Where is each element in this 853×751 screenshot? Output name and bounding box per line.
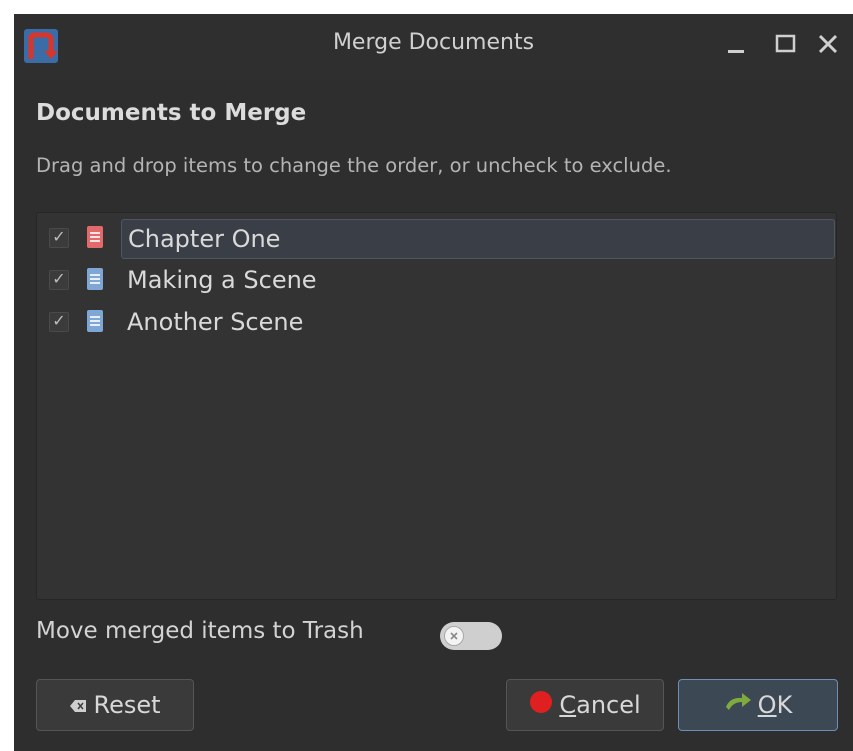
checkmark-icon: ✓: [52, 269, 66, 288]
include-checkbox[interactable]: ✓: [49, 227, 69, 248]
toggle-knob: [444, 626, 464, 646]
minimize-icon[interactable]: [722, 30, 752, 60]
red-document-icon: [87, 226, 103, 248]
include-checkbox[interactable]: ✓: [49, 311, 69, 332]
item-label-box[interactable]: Another Scene: [121, 303, 309, 343]
blue-document-icon: [87, 310, 103, 332]
cancel-button[interactable]: Cancel: [506, 679, 664, 731]
instructions-text: Drag and drop items to change the order,…: [36, 154, 672, 177]
document-list[interactable]: ✓ Chapter One ✓ Making a Scene ✓ Another…: [36, 212, 837, 600]
ok-button[interactable]: OK: [678, 679, 838, 731]
ok-label: OK: [757, 691, 793, 719]
include-checkbox[interactable]: ✓: [49, 269, 69, 290]
blue-document-icon: [87, 268, 103, 290]
backspace-icon: [69, 691, 87, 719]
cancel-label: Cancel: [559, 691, 641, 719]
title-bar[interactable]: Merge Documents: [14, 14, 853, 80]
close-icon[interactable]: [814, 30, 844, 60]
list-item[interactable]: ✓ Chapter One: [37, 217, 836, 259]
cancel-icon: [529, 690, 553, 720]
ok-arrow-icon: [724, 691, 752, 719]
maximize-icon[interactable]: [772, 30, 802, 60]
move-to-trash-label: Move merged items to Trash: [36, 618, 364, 644]
item-label-box[interactable]: Chapter One: [121, 219, 835, 259]
section-heading: Documents to Merge: [36, 100, 307, 126]
item-label: Chapter One: [128, 225, 281, 253]
reset-button[interactable]: Reset: [36, 679, 194, 731]
item-label: Making a Scene: [127, 266, 317, 294]
reset-label: Reset: [93, 691, 161, 719]
list-item[interactable]: ✓ Another Scene: [37, 301, 836, 343]
list-item[interactable]: ✓ Making a Scene: [37, 259, 836, 301]
merge-documents-dialog: Merge Documents Documents to Merge Drag …: [14, 14, 853, 751]
checkmark-icon: ✓: [52, 311, 66, 330]
move-to-trash-toggle[interactable]: [440, 622, 502, 650]
item-label: Another Scene: [127, 308, 304, 336]
item-label-box[interactable]: Making a Scene: [121, 261, 323, 301]
checkmark-icon: ✓: [52, 227, 66, 246]
